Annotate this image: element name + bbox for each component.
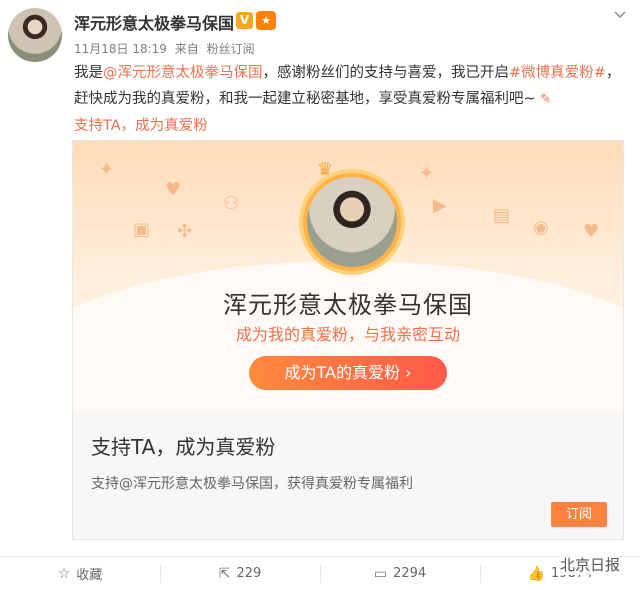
comment-icon: ▭ [373, 565, 388, 582]
favorite-label: 收藏 [76, 568, 103, 583]
sparkle-icon: ✦ [99, 159, 115, 180]
favorite-button[interactable]: ☆ 收藏 [0, 557, 160, 590]
support-link[interactable]: 支持TA，成为真爱粉 [74, 118, 208, 134]
heart-icon: ♥ [583, 221, 600, 242]
post-time[interactable]: 11月18日 18:19 [74, 42, 167, 56]
card-name: 浑元形意太极拳马保国 [223, 291, 473, 319]
card-subtitle: 成为我的真爱粉，与我亲密互动 [235, 325, 460, 344]
post-text: 我是@浑元形意太极拳马保国，感谢粉丝们的支持与喜爱，我已开启#微博真爱粉#，赶快… [74, 60, 630, 139]
repost-button[interactable]: ⇱ 229 [160, 557, 320, 590]
post-source[interactable]: 粉丝订阅 [207, 42, 255, 56]
sparkle-icon: ✦ [419, 163, 435, 184]
repost-count: 229 [236, 566, 262, 581]
become-fan-button[interactable]: 成为TA的真爱粉 › [249, 356, 447, 390]
hashtag-link[interactable]: #微博真爱粉# [509, 65, 606, 81]
avatar[interactable] [8, 8, 62, 62]
video-icon: ▶ [433, 195, 447, 216]
card-avatar [307, 177, 397, 267]
play-icon: ◉ [533, 217, 549, 238]
cta-arrow: › [405, 363, 412, 382]
card-title: 支持TA，成为真爱粉 [91, 435, 276, 459]
text-part: ，感谢粉丝们的支持与喜爱，我已开启 [262, 65, 510, 81]
source-prefix: 来自 [174, 42, 199, 56]
verified-badge: V [236, 12, 253, 29]
gift-icon: ▣ [133, 219, 151, 240]
crown-icon: ♛ [317, 159, 334, 180]
card-desc: 支持@浑元形意太极拳马保国，获得真爱粉专属福利 [91, 476, 413, 492]
text-part: 我是 [74, 65, 103, 81]
like-icon: 👍 [527, 565, 546, 582]
repost-icon: ⇱ [218, 565, 231, 582]
post-meta: 11月18日 18:19 来自 粉丝订阅 [74, 40, 259, 57]
card-banner: ♥ ⚇ ▣ ✣ ▶ ▤ ◉ ♥ ✦ ✦ ♛ 浑元形意太极拳马保国 成为我的真爱粉… [73, 141, 623, 413]
heart-icon: ♥ [165, 179, 182, 200]
mention-link[interactable]: @浑元形意太极拳马保国 [103, 65, 263, 81]
people-icon: ⚇ [223, 193, 240, 214]
fan-card[interactable]: ♥ ⚇ ▣ ✣ ▶ ▤ ◉ ♥ ✦ ✦ ♛ 浑元形意太极拳马保国 成为我的真爱粉… [72, 140, 624, 540]
subscribe-button[interactable]: 订阅 [551, 502, 607, 527]
gamepad-icon: ✣ [177, 221, 193, 242]
star-icon: ☆ [57, 565, 71, 582]
watermark: 北京日报 [559, 554, 620, 575]
chevron-down-icon[interactable] [612, 6, 628, 22]
comment-button[interactable]: ▭ 2294 [320, 557, 480, 590]
document-icon: ▤ [493, 205, 511, 226]
edit-icon: ✎ [540, 92, 552, 107]
comment-count: 2294 [393, 566, 427, 581]
action-bar: ☆ 收藏 ⇱ 229 ▭ 2294 👍 19874 [0, 556, 640, 590]
cta-label: 成为TA的真爱粉 [284, 363, 400, 382]
author-name[interactable]: 浑元形意太极拳马保国 [74, 10, 234, 34]
vip-badge-icon: ★ [256, 11, 276, 30]
